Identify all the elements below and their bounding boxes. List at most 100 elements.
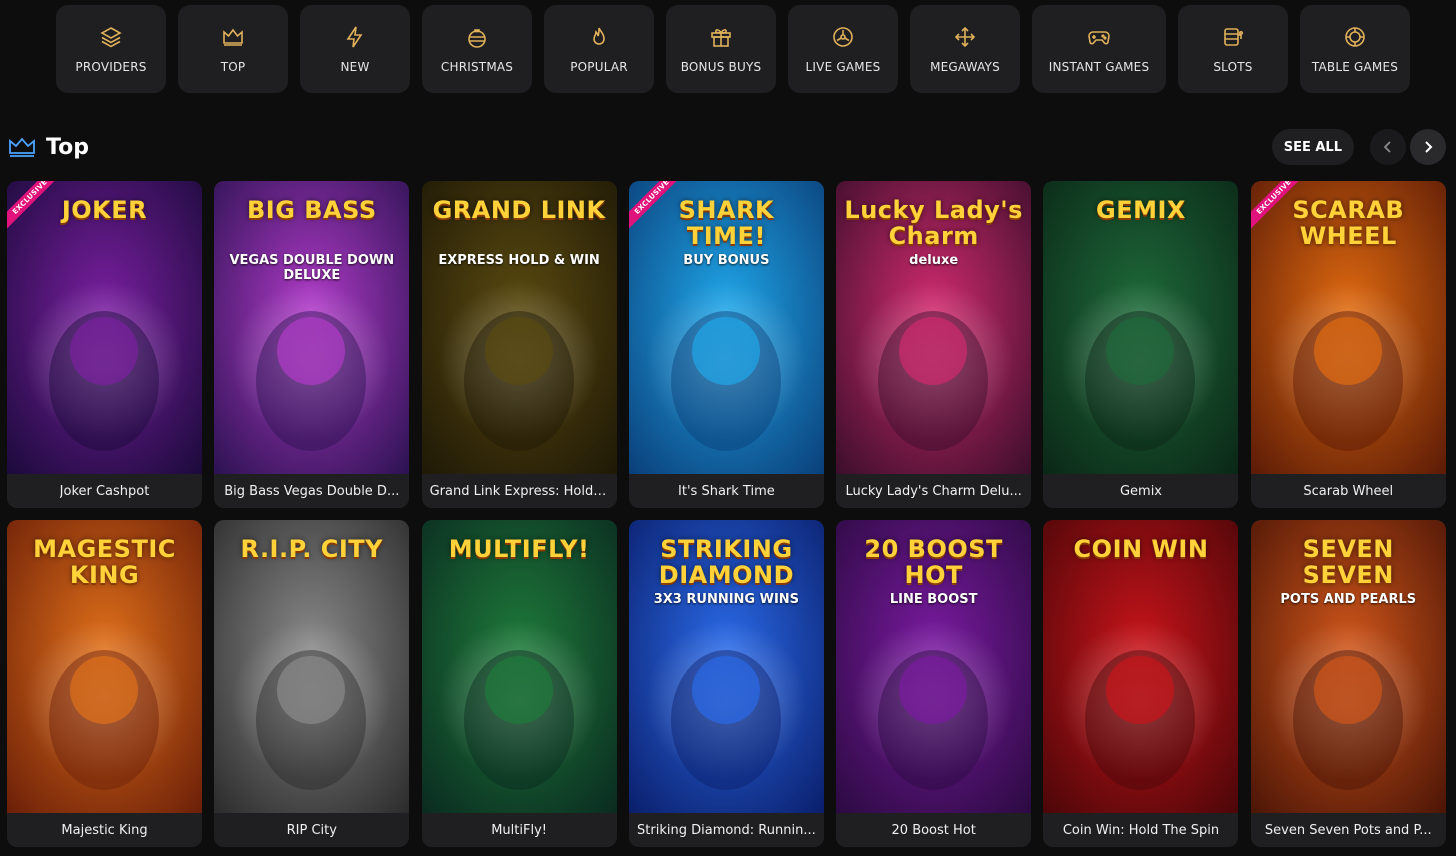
game-title-bar: Coin Win: Hold The Spin (1043, 813, 1239, 847)
game-logo-text: R.I.P. CITY (240, 535, 384, 563)
ornament-icon (464, 24, 490, 50)
game-thumbnail[interactable]: SCARAB WHEEL EXCLUSIVE (1250, 181, 1446, 474)
game-title: MultiFly! (491, 822, 547, 838)
live-icon (830, 24, 856, 50)
layers-icon (98, 24, 124, 50)
category-slots[interactable]: SLOTS (1178, 5, 1288, 93)
game-logo-text: 20 BOOST HOT (864, 535, 1003, 589)
game-thumbnail[interactable]: SEVEN SEVEN POTS AND PEARLS (1250, 520, 1446, 813)
game-thumbnail[interactable]: GEMIX (1043, 181, 1239, 474)
game-title: Striking Diamond: Runnin... (637, 822, 816, 838)
exclusive-badge: EXCLUSIVE (7, 181, 67, 241)
category-label: NEW (340, 60, 370, 74)
category-label: TOP (220, 60, 246, 74)
game-title-bar: Grand Link Express: Hold ... (421, 474, 617, 508)
game-card[interactable]: MULTIFLY! MultiFly! (421, 520, 617, 847)
game-logo-text: GEMIX (1096, 196, 1186, 224)
game-title-bar: It's Shark Time (628, 474, 824, 508)
game-thumbnail[interactable]: COIN WIN (1043, 520, 1239, 813)
game-title: 20 Boost Hot (891, 822, 976, 838)
game-card[interactable]: GEMIX Gemix (1043, 181, 1239, 508)
category-label: BONUS BUYS (680, 60, 762, 74)
game-artwork (1043, 520, 1239, 813)
game-card[interactable]: MAGESTIC KING Majestic King (7, 520, 202, 847)
gamepad-icon (1086, 24, 1112, 50)
game-thumbnail[interactable]: STRIKING DIAMOND 3X3 RUNNING WINS (628, 520, 824, 813)
category-megaways[interactable]: MEGAWAYS (910, 5, 1020, 93)
game-card[interactable]: GRAND LINK EXPRESS HOLD & WIN Grand Link E… (421, 181, 617, 508)
game-artwork (421, 181, 617, 474)
game-thumbnail[interactable]: GRAND LINK EXPRESS HOLD & WIN (421, 181, 617, 474)
category-providers[interactable]: PROVIDERS (56, 5, 166, 93)
category-label: INSTANT GAMES (1048, 60, 1150, 74)
game-logo-subtext: BUY BONUS (683, 253, 770, 268)
game-title-bar: Joker Cashpot (7, 474, 202, 508)
game-card[interactable]: BIG BASS VEGAS DOUBLE DOWN DELUXE Big Bass… (214, 181, 410, 508)
chevron-left-icon (1383, 141, 1391, 153)
game-title: It's Shark Time (678, 483, 775, 499)
game-title-bar: Gemix (1043, 474, 1239, 508)
game-artwork (214, 181, 410, 474)
game-thumbnail[interactable]: MULTIFLY! (421, 520, 617, 813)
game-title-bar: Scarab Wheel (1250, 474, 1446, 508)
exclusive-badge: EXCLUSIVE (1250, 181, 1311, 241)
see-all-button[interactable]: SEE ALL (1271, 129, 1354, 165)
game-title: Majestic King (61, 822, 148, 838)
game-logo-subtext: deluxe (909, 253, 959, 268)
game-card[interactable]: JOKER EXCLUSIVE Joker Cashpot (7, 181, 202, 508)
game-card[interactable]: SCARAB WHEEL EXCLUSIVE Scarab Wheel (1250, 181, 1446, 508)
game-title: Scarab Wheel (1303, 483, 1394, 499)
game-thumbnail[interactable]: BIG BASS VEGAS DOUBLE DOWN DELUXE (214, 181, 410, 474)
section-header: Top SEE ALL (8, 126, 1446, 168)
game-title: Big Bass Vegas Double D... (224, 483, 400, 499)
category-live-games[interactable]: LIVE GAMES (788, 5, 898, 93)
section-title: Top (46, 134, 89, 160)
game-card[interactable]: 20 BOOST HOT LINE BOOST 20 Boost Hot (836, 520, 1032, 847)
game-thumbnail[interactable]: R.I.P. CITY (214, 520, 410, 813)
previous-button[interactable] (1370, 129, 1406, 165)
game-logo-text: MAGESTIC KING (33, 535, 176, 589)
game-title-bar: Seven Seven Pots and P... (1250, 813, 1446, 847)
game-thumbnail[interactable]: SHARK TIME! BUY BONUS EXCLUSIVE (628, 181, 824, 474)
category-popular[interactable]: POPULAR (544, 5, 654, 93)
gift-icon (708, 24, 734, 50)
game-thumbnail[interactable]: MAGESTIC KING (7, 520, 202, 813)
game-title: Joker Cashpot (59, 483, 150, 499)
next-button[interactable] (1410, 129, 1446, 165)
slot-machine-icon (1220, 24, 1246, 50)
category-new[interactable]: NEW (300, 5, 410, 93)
game-thumbnail[interactable]: JOKER EXCLUSIVE (7, 181, 202, 474)
game-title-bar: Majestic King (7, 813, 202, 847)
exclusive-badge-label: EXCLUSIVE (7, 181, 67, 234)
game-thumbnail[interactable]: Lucky Lady's Charm deluxe (836, 181, 1032, 474)
category-label: SLOTS (1213, 60, 1253, 74)
chip-icon (1342, 24, 1368, 50)
game-logo-subtext: EXPRESS HOLD & WIN (438, 253, 600, 268)
game-logo-subtext: 3X3 RUNNING WINS (653, 592, 800, 607)
category-bonus-buys[interactable]: BONUS BUYS (666, 5, 776, 93)
game-card[interactable]: COIN WIN Coin Win: Hold The Spin (1043, 520, 1239, 847)
game-grid: JOKER EXCLUSIVE Joker Cashpot BIG BASS VEGAS… (7, 181, 1446, 847)
category-top[interactable]: TOP (178, 5, 288, 93)
category-label: TABLE GAMES (1311, 60, 1399, 74)
game-card[interactable]: SHARK TIME! BUY BONUS EXCLUSIVE It's Shark … (628, 181, 824, 508)
game-thumbnail[interactable]: 20 BOOST HOT LINE BOOST (836, 520, 1032, 813)
game-logo-text: COIN WIN (1073, 535, 1209, 563)
game-card[interactable]: R.I.P. CITY RIP City (214, 520, 410, 847)
crown-icon (220, 24, 246, 50)
game-title-bar: Lucky Lady's Charm Delu... (836, 474, 1032, 508)
category-instant-games[interactable]: INSTANT GAMES (1032, 5, 1166, 93)
game-card[interactable]: Lucky Lady's Charm deluxe Lucky Lady's Cha… (836, 181, 1032, 508)
game-logo-text: Lucky Lady's Charm (844, 196, 1023, 250)
category-christmas[interactable]: CHRISTMAS (422, 5, 532, 93)
category-label: LIVE GAMES (805, 60, 881, 74)
game-title: Grand Link Express: Hold ... (429, 483, 609, 499)
game-card[interactable]: STRIKING DIAMOND 3X3 RUNNING WINS Striking… (628, 520, 824, 847)
game-logo-subtext: VEGAS DOUBLE DOWN DELUXE (229, 253, 395, 283)
game-card[interactable]: SEVEN SEVEN POTS AND PEARLS Seven Seven Po… (1250, 520, 1446, 847)
game-title-bar: Big Bass Vegas Double D... (214, 474, 410, 508)
chevron-right-icon (1425, 141, 1433, 153)
game-artwork (214, 520, 410, 813)
category-label: PROVIDERS (75, 60, 147, 74)
category-table-games[interactable]: TABLE GAMES (1300, 5, 1410, 93)
